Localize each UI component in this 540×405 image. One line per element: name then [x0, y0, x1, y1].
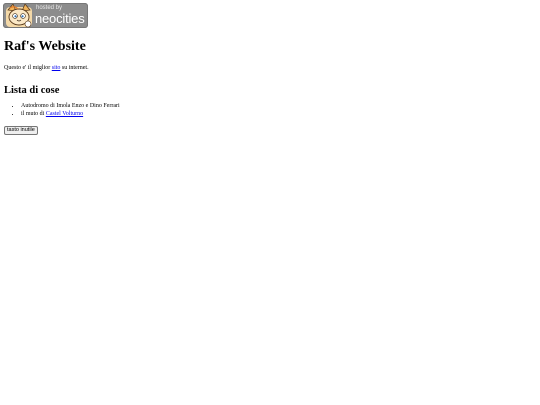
- castel-volturno-link[interactable]: Castel Volturno: [46, 111, 83, 117]
- list-heading: Lista di cose: [4, 85, 60, 96]
- list-item-text: il muto di: [21, 110, 46, 117]
- intro-text-before: Questo e' il miglior: [4, 65, 52, 71]
- list-item-text: Autodromo di Imola Enzo e Dino Ferrari: [21, 103, 120, 109]
- page: hosted by neocities Raf's Website Questo…: [0, 0, 540, 405]
- intro-text-after: su internet.: [60, 65, 89, 71]
- hosted-by-neocities-badge[interactable]: hosted by neocities: [3, 3, 88, 28]
- page-title: Raf's Website: [4, 39, 86, 54]
- badge-neocities-text: neocities: [35, 11, 85, 26]
- neocities-cat-icon: [6, 4, 32, 28]
- list-item: il muto di Castel Volturno: [21, 111, 536, 119]
- main-content: Raf's Website Questo e' il miglior sito …: [4, 38, 536, 136]
- things-list: Autodromo di Imola Enzo e Dino Ferrari i…: [4, 103, 536, 118]
- useless-button[interactable]: tasto inutile: [4, 126, 38, 135]
- intro-paragraph: Questo e' il miglior sito su internet.: [4, 64, 536, 72]
- list-item: Autodromo di Imola Enzo e Dino Ferrari: [21, 103, 536, 111]
